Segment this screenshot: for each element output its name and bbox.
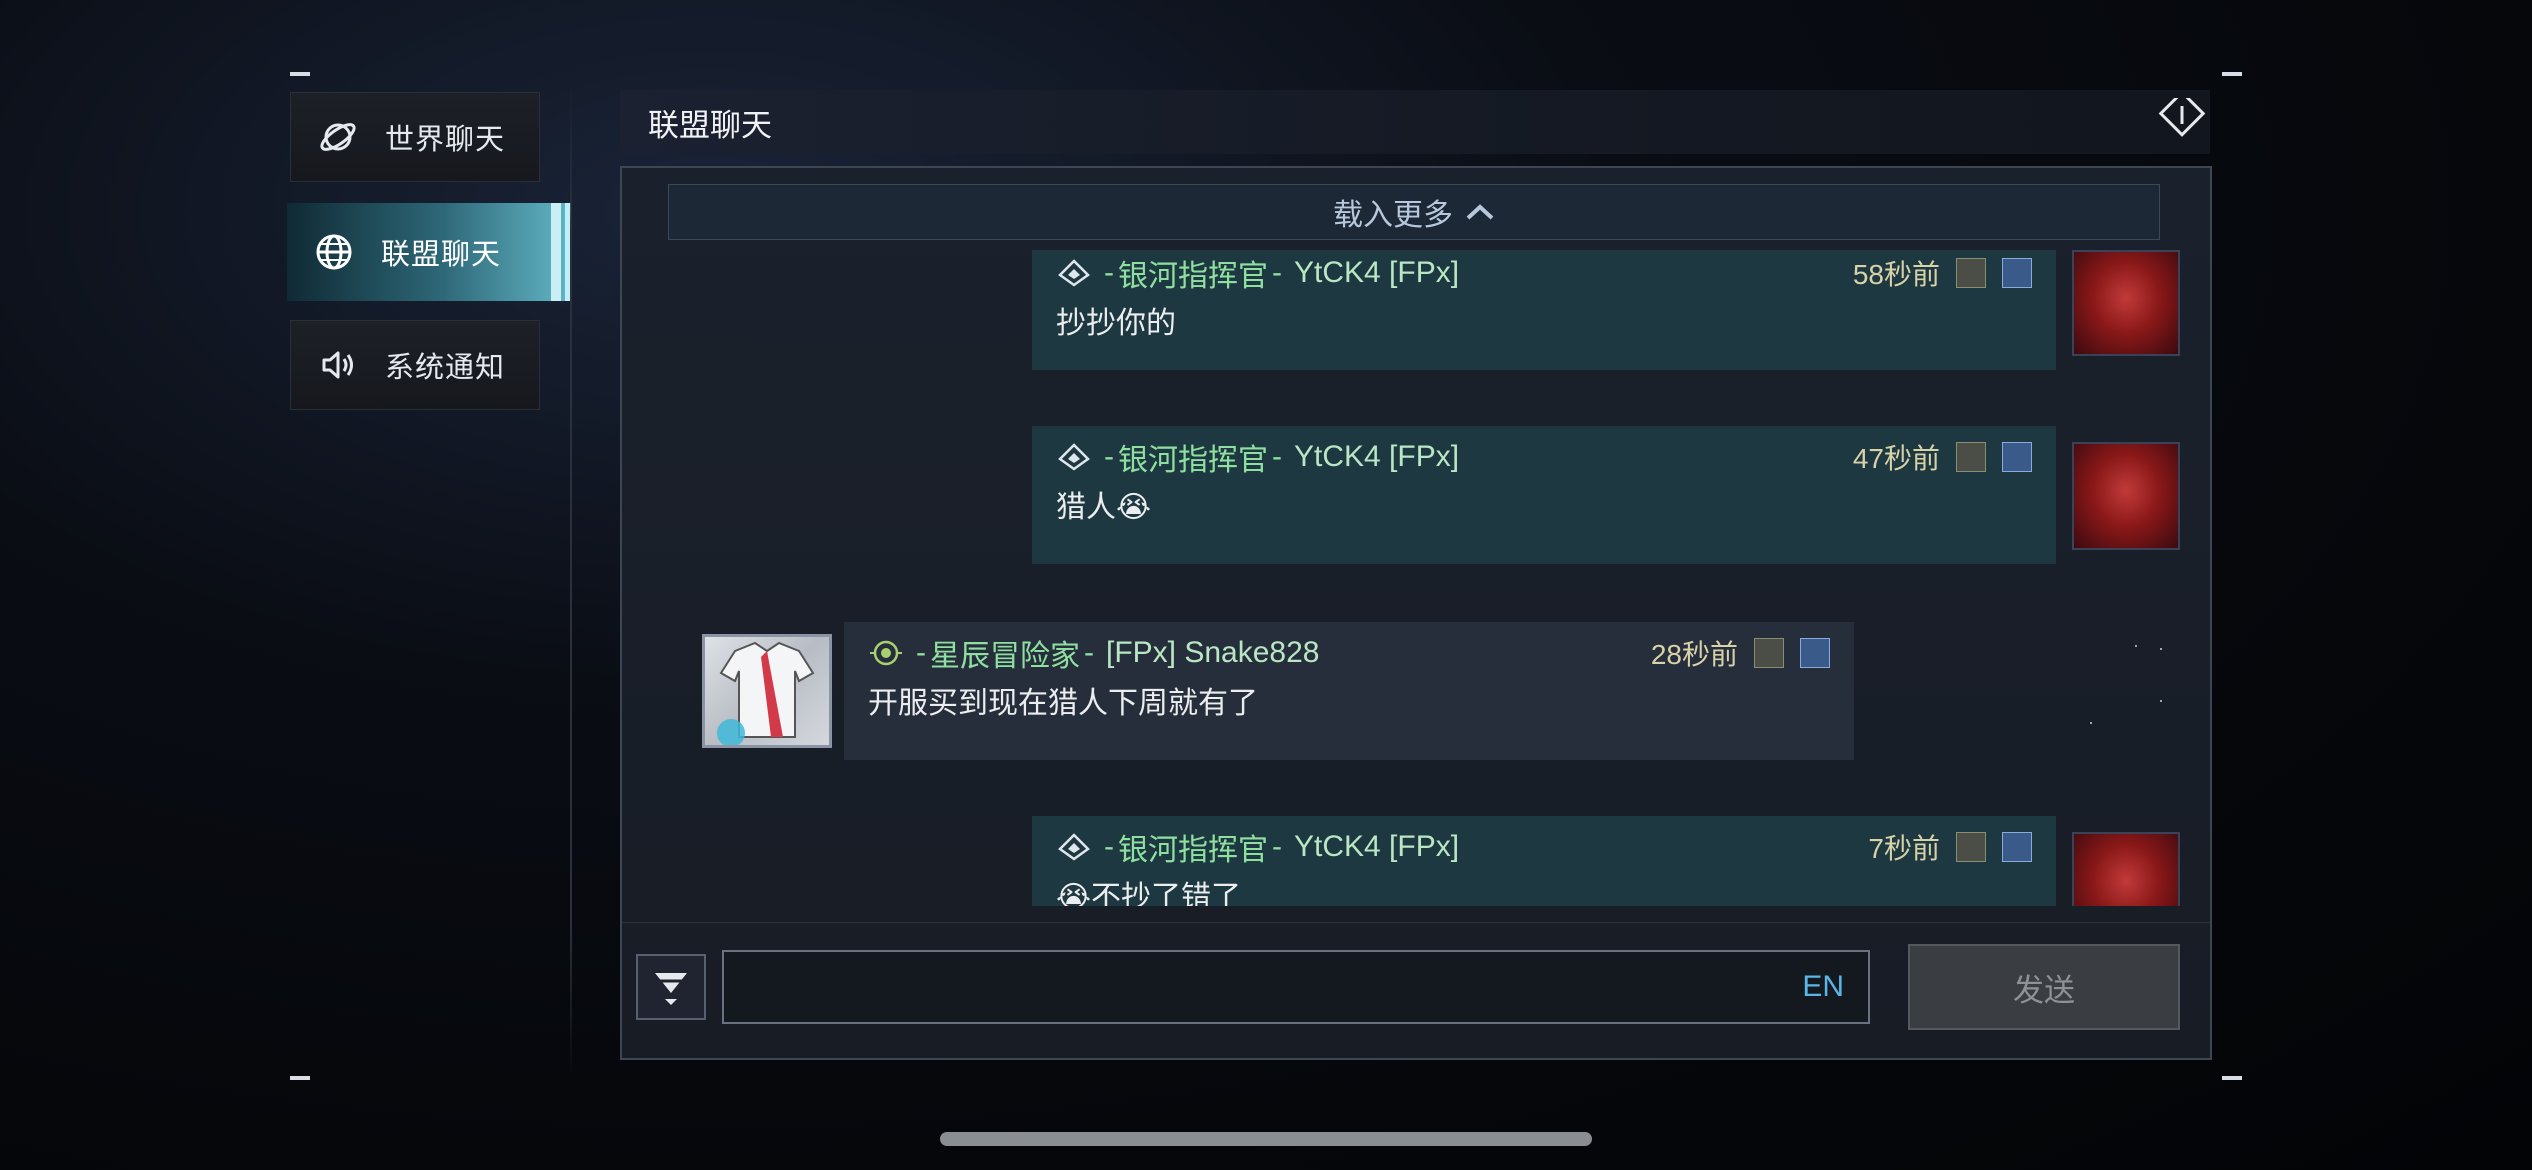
message-text: 开服买到现在猎人下周就有了 bbox=[868, 687, 1258, 720]
sidebar-divider bbox=[570, 80, 572, 1080]
avatar[interactable] bbox=[702, 634, 832, 748]
frame-corner bbox=[290, 1076, 310, 1080]
speaker-icon bbox=[313, 340, 363, 390]
translate-icon[interactable] bbox=[1956, 258, 1986, 288]
rank-badge-icon bbox=[1058, 443, 1090, 471]
username[interactable]: YtCK4 [FPx] bbox=[1294, 830, 1459, 864]
timestamp: 28秒前 bbox=[1650, 639, 1738, 670]
chat-message: - 银河指挥官 - YtCK4 [FPx] 47秒前 猎人😭 bbox=[1032, 426, 2056, 564]
sidebar-item-label: 系统通知 bbox=[385, 352, 506, 384]
chevron-up-icon bbox=[1466, 204, 1494, 220]
dash: - bbox=[1104, 440, 1114, 473]
pin-top-icon[interactable] bbox=[2002, 258, 2032, 288]
rank-badge-icon bbox=[870, 640, 902, 666]
pin-top-icon[interactable] bbox=[1800, 638, 1830, 668]
avatar[interactable] bbox=[2072, 832, 2180, 906]
message-text: 猎人😭 bbox=[1056, 491, 1152, 524]
timestamp: 58秒前 bbox=[1852, 259, 1940, 290]
dash: - bbox=[916, 636, 926, 669]
frame-corner bbox=[2222, 1076, 2242, 1080]
load-more-button[interactable]: 载入更多 bbox=[668, 184, 2160, 240]
rank-title: 银河指挥官 bbox=[1118, 444, 1268, 477]
chat-header: 联盟聊天 bbox=[620, 90, 2210, 154]
timestamp: 7秒前 bbox=[1868, 833, 1940, 864]
star bbox=[2090, 722, 2092, 724]
username[interactable]: YtCK4 [FPx] bbox=[1294, 440, 1459, 474]
jersey-icon bbox=[717, 641, 815, 747]
rank-title: 银河指挥官 bbox=[1118, 834, 1268, 867]
input-divider bbox=[622, 922, 2210, 923]
message-list[interactable]: - 银河指挥官 - YtCK4 [FPx] 58秒前 抄抄你的 - 银河指挥官 - Yt… bbox=[622, 250, 2210, 906]
dash: - bbox=[1084, 636, 1094, 669]
timestamp: 47秒前 bbox=[1852, 443, 1940, 474]
frame-corner bbox=[290, 72, 310, 76]
exit-icon[interactable] bbox=[2158, 90, 2206, 146]
dash: - bbox=[1272, 440, 1282, 473]
dash: - bbox=[1104, 256, 1114, 289]
username[interactable]: YtCK4 [FPx] bbox=[1294, 256, 1459, 290]
chevron-down-icon bbox=[655, 973, 687, 1005]
chat-message: - 银河指挥官 - YtCK4 [FPx] 7秒前 😭不抄了错了 bbox=[1032, 816, 2056, 906]
frame-corner bbox=[2222, 72, 2242, 76]
sidebar-item-world-chat[interactable]: 世界聊天 bbox=[290, 92, 540, 182]
dash: - bbox=[1272, 830, 1282, 863]
globe-icon bbox=[309, 227, 359, 277]
pin-top-icon[interactable] bbox=[2002, 832, 2032, 862]
avatar[interactable] bbox=[2072, 250, 2180, 356]
rank-title: 银河指挥官 bbox=[1118, 260, 1268, 293]
sidebar-item-system-notice[interactable]: 系统通知 bbox=[290, 320, 540, 410]
sidebar-item-label: 联盟聊天 bbox=[381, 239, 502, 271]
rank-badge-icon bbox=[1058, 833, 1090, 861]
dash: - bbox=[1104, 830, 1114, 863]
translate-icon[interactable] bbox=[1754, 638, 1784, 668]
pin-top-icon[interactable] bbox=[2002, 442, 2032, 472]
translate-icon[interactable] bbox=[1956, 832, 1986, 862]
dash: - bbox=[1272, 256, 1282, 289]
sidebar-item-label: 世界聊天 bbox=[385, 124, 506, 156]
rank-badge-icon bbox=[1058, 259, 1090, 287]
chat-message: - 星辰冒险家 - [FPx] Snake828 28秒前 开服买到现在猎人下周就有… bbox=[844, 622, 1854, 760]
star bbox=[2160, 648, 2162, 650]
send-button[interactable]: 发送 bbox=[1908, 944, 2180, 1030]
translate-icon[interactable] bbox=[1956, 442, 1986, 472]
chat-message: - 银河指挥官 - YtCK4 [FPx] 58秒前 抄抄你的 bbox=[1032, 250, 2056, 370]
expand-toggle-button[interactable] bbox=[636, 954, 706, 1020]
home-indicator[interactable] bbox=[940, 1132, 1592, 1146]
avatar[interactable] bbox=[2072, 442, 2180, 550]
page-title: 联盟聊天 bbox=[648, 107, 772, 143]
star bbox=[2135, 645, 2137, 647]
chat-input[interactable]: EN bbox=[722, 950, 1870, 1024]
message-text: 😭不抄了错了 bbox=[1056, 881, 1242, 906]
load-more-label: 载入更多 bbox=[1333, 199, 1453, 232]
message-text: 抄抄你的 bbox=[1056, 307, 1176, 340]
sidebar-item-alliance-chat[interactable]: 联盟聊天 bbox=[287, 203, 571, 301]
language-indicator[interactable]: EN bbox=[1802, 970, 1844, 1004]
star bbox=[2160, 700, 2162, 702]
planet-icon bbox=[313, 112, 363, 162]
username[interactable]: [FPx] Snake828 bbox=[1106, 636, 1319, 670]
rank-title: 星辰冒险家 bbox=[930, 640, 1080, 673]
